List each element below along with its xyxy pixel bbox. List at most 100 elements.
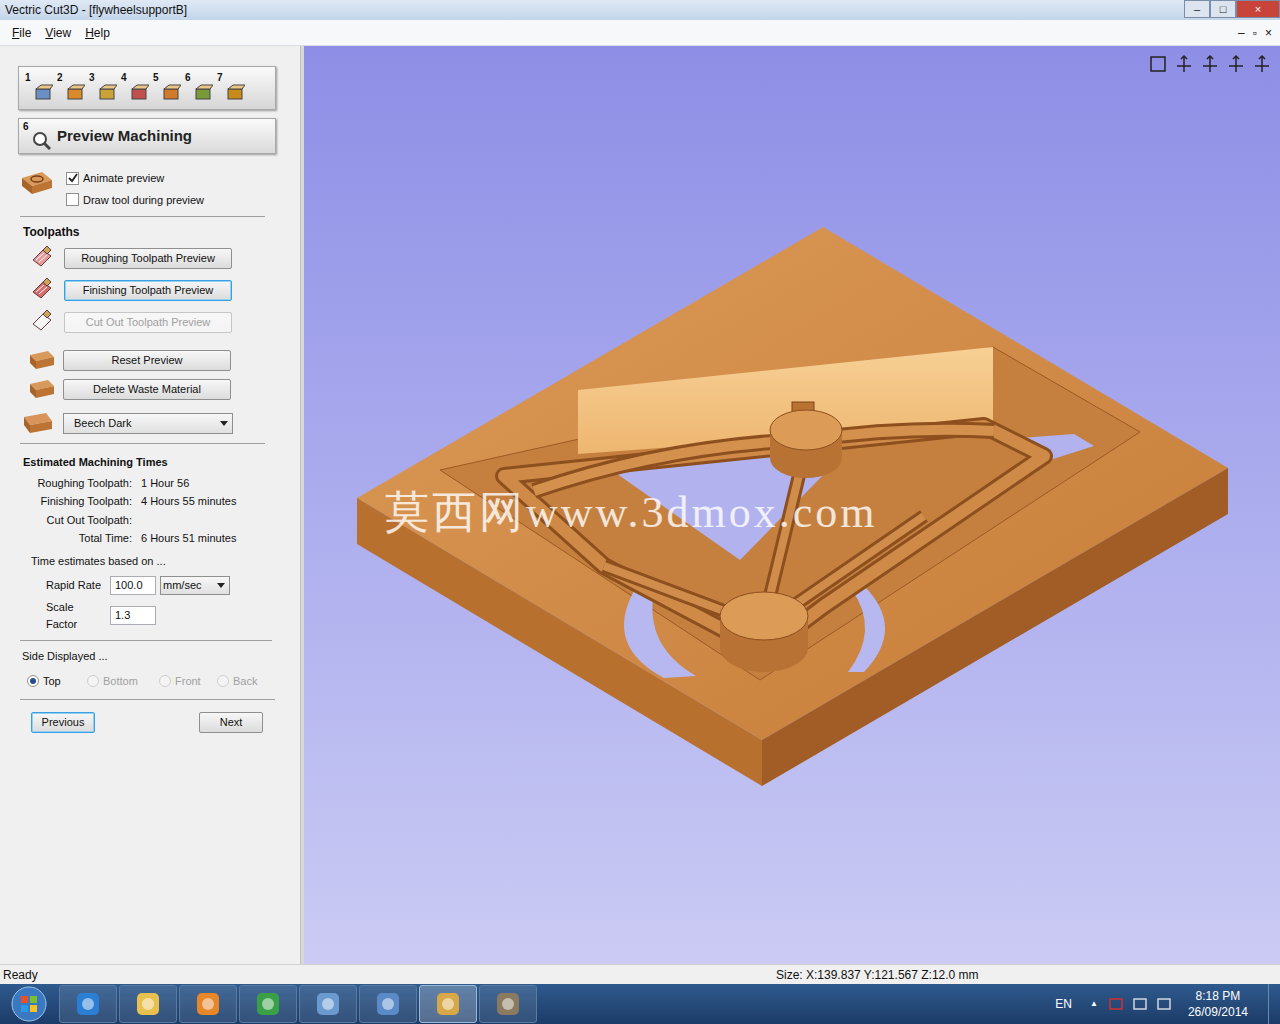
dropdown-arrow-icon [217,583,225,588]
window-control[interactable]: × [1236,0,1280,18]
taskbar-app[interactable] [359,985,417,1023]
view-orientation-icon[interactable] [1252,54,1272,74]
app-icon [494,990,522,1018]
window-title: Vectric Cut3D - [flywheelsupportB] [5,1,187,19]
taskbar: EN ▲ 8:18 PM26/09/2014 [0,984,1280,1024]
panel-button[interactable]: Next [199,712,263,733]
tray-arrow[interactable]: ▲ [1090,998,1098,1010]
panel-button[interactable]: Previous [31,712,95,733]
panel-button[interactable]: Finishing Toolpath Preview [64,280,232,301]
view-toolbar [1148,54,1272,74]
taskbar-app[interactable] [479,985,537,1023]
separator [20,216,265,217]
status-bar: ReadySize: X:139.837 Y:121.567 Z:12.0 mm [0,964,1280,984]
step-icon [129,83,149,103]
taskbar-app[interactable] [179,985,237,1023]
window-control[interactable]: – [1184,0,1210,18]
mdi-control[interactable]: ▫ [1253,24,1257,42]
step-icon [225,83,245,103]
option-label: Animate preview [83,170,164,187]
side-label: Front [175,673,201,690]
toolpath-icon [29,310,55,334]
status-text: Ready [0,966,776,984]
step-button[interactable]: 2 [57,73,85,103]
show-desktop[interactable] [1268,984,1280,1024]
toolpath-row: Roughing Toolpath Preview [29,246,300,270]
taskbar-app[interactable] [419,985,477,1023]
step-number: 1 [25,73,31,83]
view-orientation-icon[interactable] [1148,54,1168,74]
step-icon [193,83,213,103]
panel-button[interactable]: Delete Waste Material [63,379,231,400]
step-toolbar: 1234567 [18,66,276,110]
rapid-rate-input[interactable]: 100.0 [110,576,156,595]
action-row: Reset Preview [28,349,300,371]
view-orientation-icon[interactable] [1226,54,1246,74]
view-orientation-icon[interactable] [1200,54,1220,74]
watermark: 莫西网www.3dmox.com [385,480,877,546]
material-value: Beech Dark [74,415,131,432]
side-radio: Front [159,673,217,690]
taskbar-app[interactable] [59,985,117,1023]
step-button[interactable]: 4 [121,73,149,103]
rapid-rate-unit[interactable]: mm/sec [160,576,230,595]
side-label: Top [43,673,61,690]
panel-button[interactable]: Reset Preview [63,350,231,371]
status-size: Size: X:139.837 Y:121.567 Z:12.0 mm [776,966,979,984]
title-bar: Vectric Cut3D - [flywheelsupportB] –□× [0,0,1280,20]
step-number: 5 [153,73,159,83]
start-button[interactable] [0,986,58,1022]
tray-icon[interactable] [1132,996,1148,1012]
tray-icon[interactable] [1156,996,1172,1012]
time-label: Roughing Toolpath: [0,475,132,492]
times-heading: Estimated Machining Times [23,454,300,471]
menu-item[interactable]: File [12,24,31,42]
tray-icon[interactable] [1108,996,1124,1012]
panel-button[interactable]: Roughing Toolpath Preview [64,248,232,269]
mdi-control[interactable]: – [1238,24,1245,42]
time-row: Roughing Toolpath:1 Hour 56 [0,475,300,492]
material-select[interactable]: Beech Dark [63,413,233,434]
step-button[interactable]: 3 [89,73,117,103]
side-label: Back [233,673,257,690]
side-label: Bottom [103,673,138,690]
taskbar-app[interactable] [299,985,357,1023]
viewport[interactable]: 莫西网www.3dmox.com [304,46,1280,964]
taskbar-app[interactable] [239,985,297,1023]
toolpaths-heading: Toolpaths [23,223,300,241]
times-note: Time estimates based on ... [31,553,300,570]
menu-item[interactable]: Help [85,24,110,42]
panel-button: Cut Out Toolpath Preview [64,312,232,333]
option-checkbox[interactable]: Animate preview [66,170,204,187]
rapid-rate-row: Rapid Rate100.0mm/sec [46,576,300,595]
menu-item[interactable]: View [45,24,71,42]
step-button[interactable]: 7 [217,73,245,103]
panel-title: Preview Machining [57,125,192,148]
step-number: 3 [89,73,95,83]
main-area: 12345676Preview MachiningAnimate preview… [0,46,1280,964]
material-row: Beech Dark [22,411,300,435]
app-icon [434,990,462,1018]
nav-buttons: Previous Next [31,712,263,733]
time-value: 6 Hours 51 minutes [141,530,236,547]
window-control[interactable]: □ [1210,0,1236,18]
scale-factor-label: Scale Factor [46,599,106,632]
check-icon [68,173,78,183]
step-number: 2 [57,73,63,83]
taskbar-app[interactable] [119,985,177,1023]
step-button[interactable]: 6 [185,73,213,103]
step-button[interactable]: 5 [153,73,181,103]
toolpath-icon [29,278,55,302]
clock[interactable]: 8:18 PM26/09/2014 [1188,988,1248,1020]
option-checkbox[interactable]: Draw tool during preview [66,192,204,209]
app-icon [134,990,162,1018]
step-button[interactable]: 1 [25,73,53,103]
time-row: Cut Out Toolpath: [0,512,300,529]
side-radio[interactable]: Top [27,673,87,690]
language-indicator[interactable]: EN [1055,995,1072,1013]
material-icon [28,349,56,371]
view-orientation-icon[interactable] [1174,54,1194,74]
panel-step-number: 6 [23,122,29,132]
scale-factor-input[interactable]: 1.3 [110,606,156,625]
mdi-control[interactable]: × [1265,24,1272,42]
